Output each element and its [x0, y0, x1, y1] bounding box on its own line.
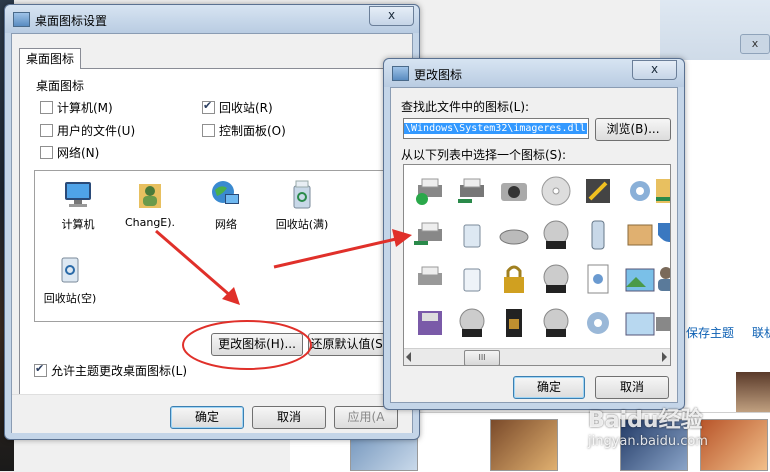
window-title: 桌面图标设置 — [35, 14, 108, 28]
select-label: 从以下列表中选择一个图标(S): — [401, 148, 567, 162]
checkbox-network[interactable]: 网络(N) — [40, 144, 99, 161]
user-folder-network-icon[interactable] — [652, 173, 671, 209]
camera-icon[interactable] — [496, 173, 532, 209]
users-icon[interactable] — [652, 261, 671, 297]
icon-item-user-folder[interactable]: ChangE). — [120, 178, 180, 229]
path-value: \Windows\System32\imageres.dll — [404, 123, 587, 134]
window-icon — [392, 66, 409, 81]
mobile-device-icon[interactable] — [580, 217, 616, 253]
cd-r-icon[interactable] — [538, 217, 574, 253]
ok-button[interactable]: 确定 — [513, 376, 585, 399]
icon-item-recycle-bin-full[interactable]: 回收站(满) — [266, 178, 338, 232]
recycle-bin-empty-small-icon[interactable] — [454, 261, 490, 297]
restore-default-button[interactable]: 还原默认值(S) — [308, 333, 390, 356]
close-button[interactable]: x — [369, 6, 414, 26]
dialog-client: 查找此文件中的图标(L): \Windows\System32\imageres… — [390, 87, 678, 403]
icon-item-computer[interactable]: 计算机 — [48, 178, 108, 232]
icon-item-network[interactable]: 网络 — [196, 178, 256, 232]
find-label: 查找此文件中的图标(L): — [401, 100, 530, 114]
dvd-icon[interactable] — [454, 305, 490, 341]
checkbox-label: 用户的文件(U) — [57, 124, 136, 138]
cd-rw-icon[interactable] — [538, 305, 574, 341]
checkbox-label: 控制面板(O) — [219, 124, 286, 138]
recycle-bin-icon[interactable] — [454, 217, 490, 253]
scroll-right-arrow[interactable] — [662, 352, 667, 362]
document-settings-icon[interactable] — [580, 261, 616, 297]
icon-label: 计算机 — [61, 218, 95, 231]
floppy-icon[interactable] — [412, 305, 448, 341]
watermark-url: jingyan.baidu.com — [588, 434, 708, 449]
media-icon[interactable] — [580, 173, 616, 209]
icon-grid[interactable]: III — [403, 164, 671, 366]
watermark: Baidu经验 jingyan.baidu.com — [588, 402, 768, 462]
icon-label: 回收站(空) — [43, 292, 97, 305]
window-icon — [13, 12, 30, 27]
save-theme-link[interactable]: 保存主题 — [686, 324, 734, 341]
highlight-ellipse — [182, 320, 312, 370]
titlebar: 桌面图标设置 x — [5, 5, 419, 33]
group-label: 桌面图标 — [34, 77, 87, 94]
online-themes-link[interactable]: 联机 — [752, 324, 770, 341]
computer-icon — [65, 182, 91, 207]
checkbox-label: 计算机(M) — [57, 101, 113, 115]
shield-icon[interactable] — [652, 217, 671, 253]
checkbox-box[interactable] — [34, 362, 47, 377]
cd-icon[interactable] — [538, 173, 574, 209]
scroll-left-arrow[interactable] — [406, 352, 411, 362]
checkbox-box[interactable] — [40, 146, 53, 159]
horizontal-scrollbar[interactable]: III — [404, 348, 670, 365]
checkbox-allow-theme[interactable]: 允许主题更改桌面图标(L) — [34, 362, 187, 379]
close-button[interactable]: x — [632, 60, 677, 80]
checkbox-box[interactable] — [202, 99, 215, 114]
cd-rom-icon[interactable] — [538, 261, 574, 297]
network-printer-icon[interactable] — [454, 173, 490, 209]
cancel-button[interactable]: 取消 — [252, 406, 326, 429]
memory-card-icon[interactable] — [496, 305, 532, 341]
theme-thumb[interactable] — [490, 419, 558, 471]
recycle-bin-full-icon — [293, 180, 311, 209]
annotation-arrow-down — [155, 229, 240, 305]
browse-button[interactable]: 浏览(B)... — [595, 118, 671, 141]
checkbox-box[interactable] — [40, 124, 53, 137]
lock-icon[interactable] — [496, 261, 532, 297]
drive-icon[interactable] — [496, 217, 532, 253]
checkbox-recycle-bin[interactable]: 回收站(R) — [202, 99, 273, 116]
user-folder-icon — [139, 184, 161, 208]
recycle-bin-empty-icon — [61, 257, 79, 283]
checkbox-control-panel[interactable]: 控制面板(O) — [202, 122, 286, 139]
tab-desktop-icons[interactable]: 桌面图标 — [19, 48, 81, 69]
network-icon — [212, 181, 239, 204]
gear-document-icon[interactable] — [580, 305, 616, 341]
ok-button[interactable]: 确定 — [170, 406, 244, 429]
change-icon-dialog: 更改图标 x 查找此文件中的图标(L): \Windows\System32\i… — [383, 58, 685, 410]
printer-check-icon[interactable] — [412, 173, 448, 209]
annotation-arrow-right — [273, 229, 412, 269]
checkbox-label: 允许主题更改桌面图标(L) — [51, 364, 188, 378]
cancel-button[interactable]: 取消 — [595, 376, 669, 399]
checkbox-user-files[interactable]: 用户的文件(U) — [40, 122, 135, 139]
scroll-thumb[interactable]: III — [464, 350, 500, 365]
titlebar: 更改图标 x — [384, 59, 684, 87]
checkbox-box[interactable] — [202, 124, 215, 137]
path-input[interactable]: \Windows\System32\imageres.dll — [403, 118, 589, 139]
checkbox-computer[interactable]: 计算机(M) — [40, 99, 113, 116]
fax-icon[interactable] — [652, 305, 671, 341]
dialog-title: 更改图标 — [414, 68, 463, 82]
icon-item-recycle-bin-empty[interactable]: 回收站(空) — [34, 252, 106, 306]
checkbox-label: 回收站(R) — [219, 101, 273, 115]
checkbox-box[interactable] — [40, 101, 53, 114]
checkbox-label: 网络(N) — [57, 146, 100, 160]
watermark-text: Baidu经验 — [588, 408, 703, 433]
desktop-icon-settings-window: 桌面图标设置 x 桌面图标 桌面图标 计算机(M) 回收站(R) 用户的文件(U… — [4, 4, 420, 440]
background-close-button[interactable]: x — [740, 34, 770, 54]
